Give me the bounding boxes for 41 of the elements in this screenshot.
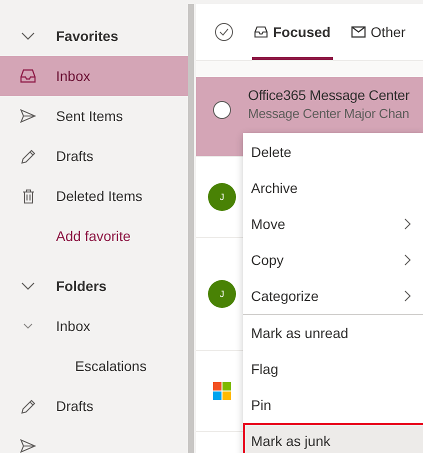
windows-logo-icon: [213, 382, 231, 400]
folder-item[interactable]: Sent Items: [0, 96, 188, 136]
menu-item[interactable]: Move: [243, 206, 423, 242]
select-radio[interactable]: [213, 101, 231, 119]
pencil-icon: [20, 398, 36, 414]
menu-item[interactable]: Pin: [243, 387, 423, 423]
section-header[interactable]: Favorites: [56, 28, 118, 44]
chevron-right-icon: [404, 254, 411, 266]
folder-item[interactable]: Drafts: [0, 136, 188, 176]
chevron-icon[interactable]: [21, 32, 35, 40]
select-all-icon[interactable]: [214, 22, 234, 42]
menu-item[interactable]: Mark as junk: [243, 423, 423, 453]
message-preview: Message Center Major Chan: [248, 106, 410, 121]
menu-item[interactable]: Flag: [243, 351, 423, 387]
mail-icon: [350, 26, 366, 38]
pencil-icon: [20, 148, 36, 164]
message-sender: Office365 Message Center: [248, 87, 410, 103]
folder-item[interactable]: Deleted Items: [0, 176, 188, 216]
scrollbar[interactable]: [188, 4, 194, 453]
send-icon: [20, 439, 36, 453]
menu-item[interactable]: Copy: [243, 242, 423, 278]
menu-item[interactable]: Mark as unread: [243, 314, 423, 351]
folder-item[interactable]: Escalations: [0, 346, 188, 386]
inbox-icon: [20, 69, 36, 83]
chevron-right-icon: [404, 290, 411, 302]
chevron-right-icon: [404, 218, 411, 230]
chevron-icon[interactable]: [23, 323, 33, 329]
folder-item[interactable]: Drafts: [0, 386, 188, 426]
trash-icon: [22, 188, 34, 204]
menu-item[interactable]: Archive: [243, 170, 423, 206]
send-icon: [20, 109, 36, 123]
tab[interactable]: Other: [348, 4, 408, 60]
section-header[interactable]: Folders: [56, 278, 107, 294]
avatar-initial: J: [208, 280, 236, 308]
chevron-icon[interactable]: [21, 282, 35, 290]
folder-item[interactable]: Inbox: [0, 56, 188, 96]
folder-item[interactable]: Add favorite: [0, 216, 188, 256]
avatar-initial: J: [208, 183, 236, 211]
menu-item[interactable]: Categorize: [243, 278, 423, 314]
inbox-icon: [254, 26, 268, 38]
folder-item[interactable]: Inbox: [0, 306, 188, 346]
